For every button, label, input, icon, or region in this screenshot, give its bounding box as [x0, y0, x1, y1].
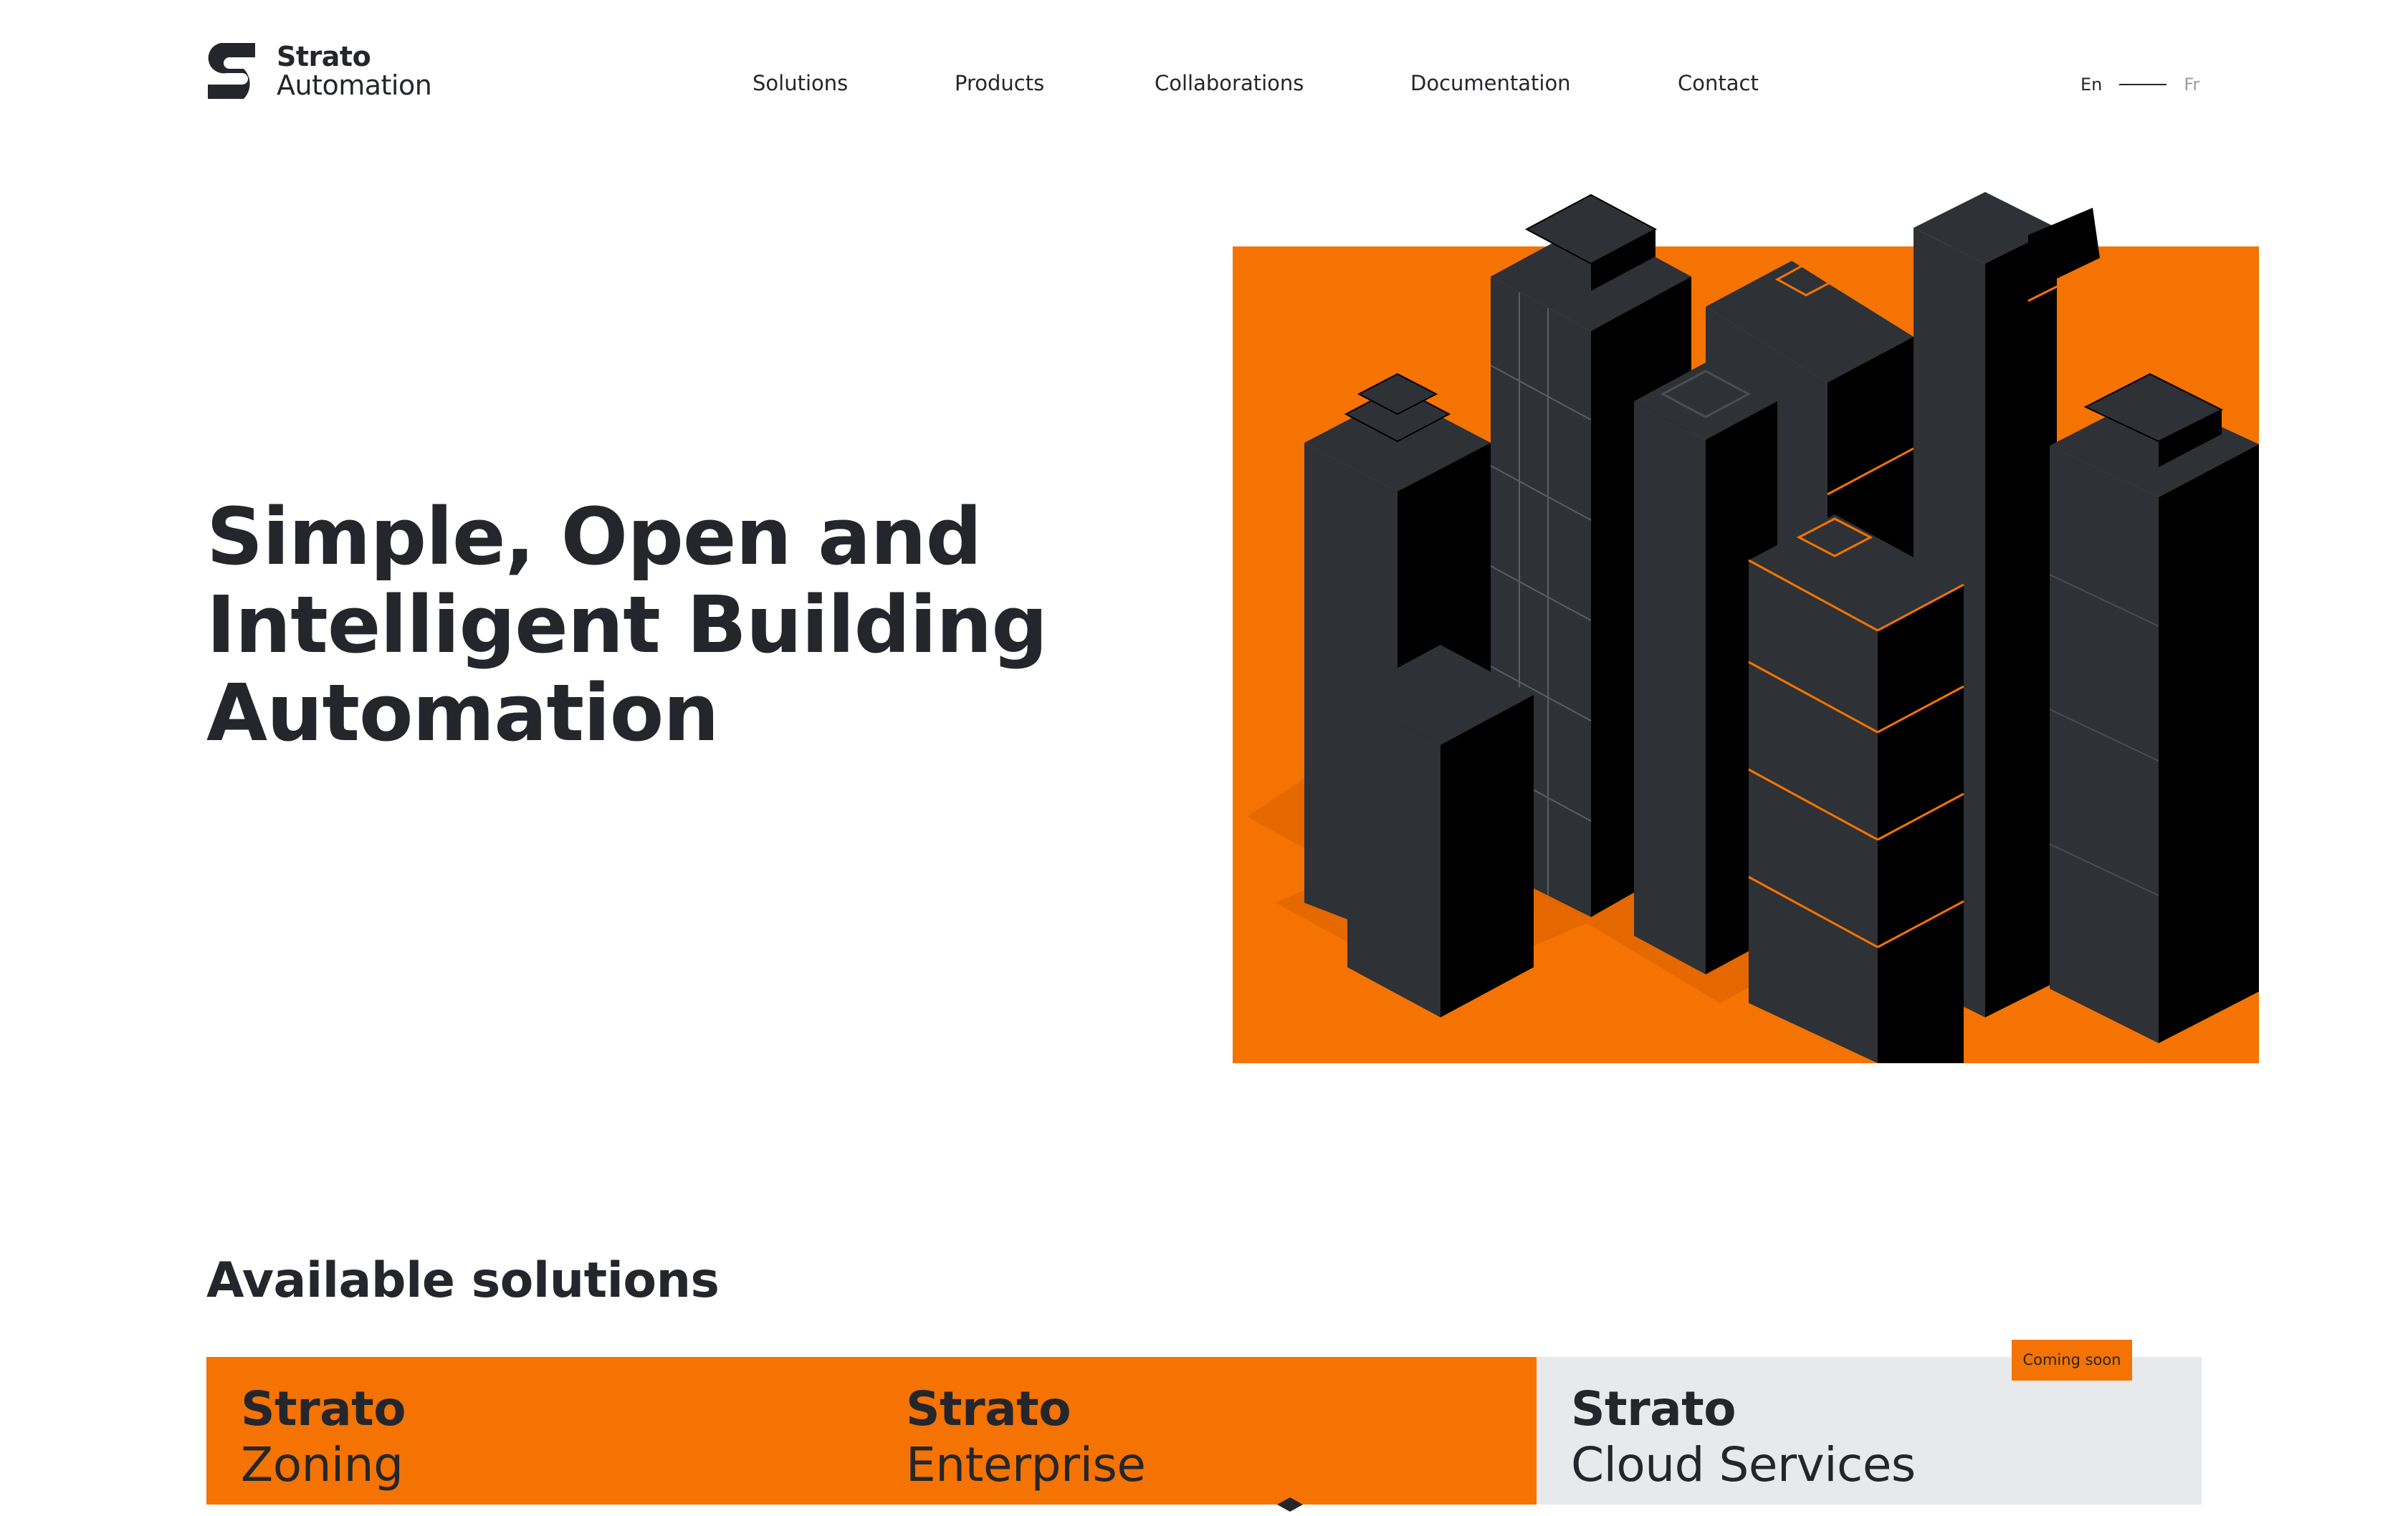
nav-solutions[interactable]: Solutions [752, 71, 848, 95]
coming-soon-badge: Coming soon [2012, 1340, 2132, 1381]
card-subtitle: Cloud Services [1571, 1437, 1916, 1492]
hero-buildings-illustration [1233, 192, 2259, 1063]
nav-collaborations[interactable]: Collaborations [1155, 71, 1304, 95]
lang-divider [2119, 84, 2167, 85]
nav-products[interactable]: Products [955, 71, 1044, 95]
card-strato-zoning[interactable]: Strato Zoning [206, 1357, 871, 1505]
lang-en[interactable]: En [2080, 75, 2102, 95]
card-name: Strato [906, 1381, 1071, 1436]
card-subtitle: Enterprise [906, 1437, 1146, 1492]
hero-title: Simple, Open and Intelligent Building Au… [206, 491, 1048, 759]
card-subtitle: Zoning [241, 1437, 403, 1492]
building-icon [1277, 1497, 1303, 1512]
language-switcher: En Fr [2080, 75, 2199, 95]
available-solutions-heading: Available solutions [206, 1252, 720, 1309]
strato-logo-icon [208, 43, 255, 99]
nav-contact[interactable]: Contact [1678, 71, 1759, 95]
nav-documentation[interactable]: Documentation [1410, 71, 1571, 95]
lang-fr[interactable]: Fr [2184, 75, 2199, 95]
solution-cards: Strato Zoning Strato Enterprise Strato C… [206, 1357, 2202, 1505]
brand-subtitle: Automation [277, 69, 432, 101]
card-name: Strato [1571, 1381, 1736, 1436]
brand-name: Strato [277, 41, 371, 72]
card-name: Strato [241, 1381, 406, 1436]
card-strato-enterprise[interactable]: Strato Enterprise [871, 1357, 1537, 1505]
logo[interactable]: Strato Automation [208, 41, 432, 101]
